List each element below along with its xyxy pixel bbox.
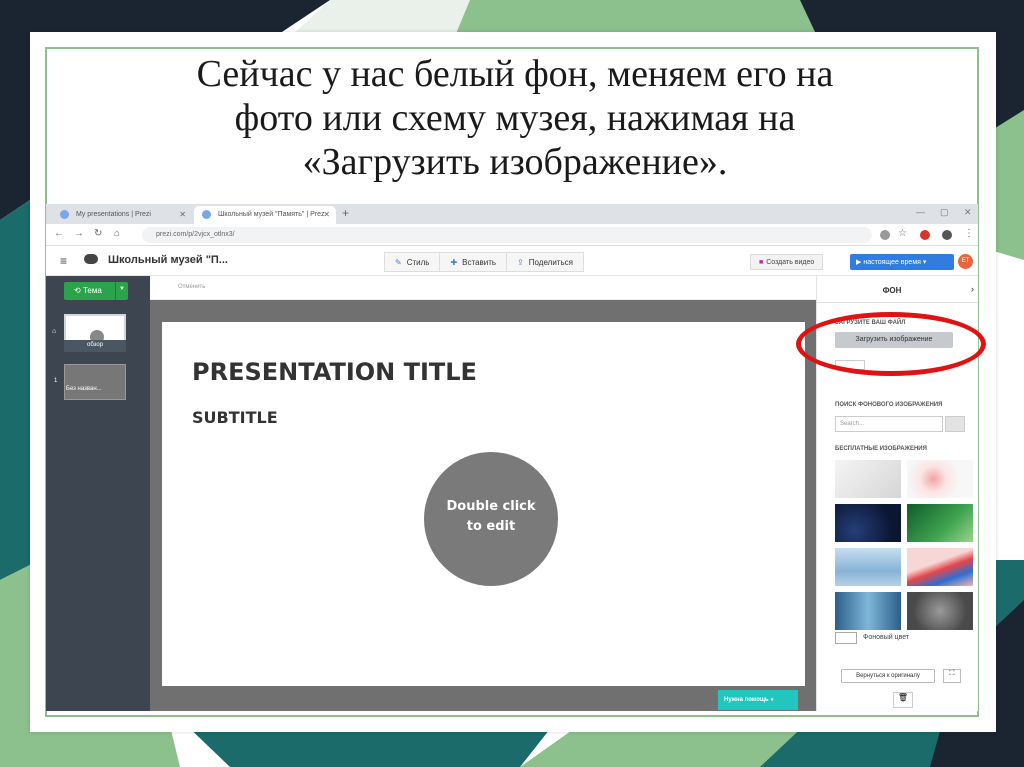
sidebar: ⟲ Тема ▼ ⌂ обзор 1 Без назван...: [46, 276, 150, 711]
browser-tab-bar: My presentations | Prezi ✕ Школьный музе…: [46, 204, 978, 224]
style-label: Стиль: [406, 258, 430, 267]
minimize-icon[interactable]: —: [916, 207, 925, 217]
home-icon: ⌂: [52, 328, 57, 335]
browser-tab-active[interactable]: Школьный музей "Память" | Prez ✕: [194, 206, 336, 224]
close-tab-icon[interactable]: ✕: [323, 210, 330, 219]
background-color-swatch[interactable]: [835, 632, 857, 644]
adblock-icon[interactable]: [920, 230, 930, 240]
translate-icon[interactable]: [880, 230, 890, 240]
help-label: Нужна помощь: [724, 697, 769, 703]
slide-canvas[interactable]: PRESENTATION TITLE SUBTITLE Double click…: [162, 322, 805, 686]
tab-label: My presentations | Prezi: [76, 211, 151, 218]
present-button[interactable]: ▶ настоящее время ▾: [850, 254, 954, 270]
present-label: настоящее время: [863, 259, 921, 266]
background-image-thumbnail[interactable]: [835, 504, 901, 542]
search-section-label: ПОИСК ФОНОВОГО ИЗОБРАЖЕНИЯ: [835, 402, 943, 408]
background-image-thumbnail[interactable]: [907, 548, 973, 586]
background-image-thumbnail[interactable]: [835, 592, 901, 630]
search-input[interactable]: Search...: [835, 416, 943, 432]
close-window-icon[interactable]: ✕: [964, 207, 972, 218]
undo-button[interactable]: Отменить: [178, 284, 205, 290]
help-button[interactable]: Нужна помощь ●: [718, 690, 798, 710]
highlight-ellipse: [796, 312, 986, 376]
home-icon[interactable]: ⌂: [114, 228, 120, 239]
search-button[interactable]: [945, 416, 965, 432]
background-image-thumbnail[interactable]: [907, 592, 973, 630]
slide-number: 1: [54, 378, 58, 384]
insert-label: Вставить: [462, 258, 497, 267]
presentation-name[interactable]: Школьный музей "П...: [108, 254, 228, 266]
slide-heading-line: Сейчас у нас белый фон, меняем его на: [196, 53, 834, 95]
canvas-area: Отменить PRESENTATION TITLE SUBTITLE Dou…: [150, 276, 816, 711]
cloud-icon: [84, 254, 98, 264]
slide-heading-line: «Загрузить изображение».: [302, 141, 728, 183]
app-toolbar: ≡ Школьный музей "П... ✎ Стиль ✚ Вставить …: [46, 246, 978, 276]
share-button[interactable]: ⇪ Поделиться: [506, 252, 584, 272]
divider: [817, 302, 978, 303]
background-image-thumbnail[interactable]: [835, 548, 901, 586]
plus-circle-icon: ✚: [450, 258, 458, 267]
revert-to-original-button[interactable]: Вернуться к оригиналу: [841, 669, 935, 683]
upload-icon: ⇪: [517, 258, 524, 267]
presentation-title[interactable]: PRESENTATION TITLE: [192, 358, 477, 386]
forward-icon[interactable]: →: [74, 228, 84, 239]
browser-address-bar: ← → ↻ ⌂ prezi.com/p/2vjcx_otlnx3/ ☆ ⋮: [46, 224, 978, 246]
bookmark-star-icon[interactable]: ☆: [898, 228, 907, 239]
background-image-thumbnail[interactable]: [907, 460, 973, 498]
brush-icon: ✎: [395, 258, 402, 267]
slide-heading-line: фото или схему музея, нажимая на: [234, 97, 796, 139]
close-tab-icon[interactable]: ✕: [179, 210, 186, 219]
insert-button[interactable]: ✚ Вставить: [439, 252, 508, 272]
browser-screenshot: My presentations | Prezi ✕ Школьный музе…: [46, 204, 978, 711]
create-video-label: Создать видео: [766, 259, 815, 266]
hamburger-menu-icon[interactable]: ≡: [60, 254, 67, 268]
topic-circle-line: to edit: [466, 519, 516, 534]
sidebar-item-untitled[interactable]: Без назван...: [66, 386, 102, 392]
theme-icon: ⟲: [74, 286, 83, 295]
slide-heading: Сейчас у нас белый фон, меняем его на фо…: [100, 52, 930, 184]
tab-label: Школьный музей "Память" | Prez: [218, 211, 325, 218]
theme-button[interactable]: ⟲ Тема ▼: [64, 282, 128, 300]
avatar[interactable]: ET: [958, 254, 973, 269]
presentation-subtitle[interactable]: SUBTITLE: [192, 408, 278, 427]
topic-circle-line: Double click: [446, 499, 536, 514]
background-image-thumbnail[interactable]: [907, 504, 973, 542]
browser-tab[interactable]: My presentations | Prezi ✕: [52, 206, 192, 224]
canvas-top-bar: Отменить: [150, 276, 816, 300]
free-images-label: БЕСПЛАТНЫЕ ИЗОБРАЖЕНИЯ: [835, 446, 927, 452]
video-camera-icon: ■: [759, 259, 764, 266]
share-label: Поделиться: [528, 258, 573, 267]
menu-dots-icon[interactable]: ⋮: [964, 228, 974, 239]
prezi-favicon-icon: [60, 210, 69, 219]
style-button[interactable]: ✎ Стиль: [384, 252, 441, 272]
fullscreen-icon[interactable]: ⛶: [943, 669, 961, 683]
trash-icon[interactable]: 🗑: [893, 692, 913, 708]
toolbar-group: ✎ Стиль ✚ Вставить ⇪ Поделиться: [384, 252, 584, 272]
create-video-button[interactable]: ■ Создать видео: [750, 254, 824, 270]
new-tab-button[interactable]: +: [342, 206, 349, 220]
sidebar-item-overview[interactable]: обзор: [64, 340, 126, 352]
panel-title: ФОН: [882, 286, 902, 295]
reload-icon[interactable]: ↻: [94, 228, 102, 239]
chevron-down-icon[interactable]: ▼: [115, 282, 128, 300]
profile-icon[interactable]: [942, 230, 952, 240]
theme-label: Тема: [82, 286, 102, 295]
slide-thumbnail[interactable]: [64, 364, 126, 400]
url-input[interactable]: prezi.com/p/2vjcx_otlnx3/: [142, 227, 872, 243]
back-icon[interactable]: ←: [54, 228, 64, 239]
chevron-right-icon[interactable]: ›: [971, 284, 974, 294]
background-color-label: Фоновый цвет: [863, 634, 910, 641]
maximize-icon[interactable]: ▢: [940, 207, 949, 218]
topic-circle[interactable]: Double click to edit: [424, 452, 558, 586]
background-image-thumbnail[interactable]: [835, 460, 901, 498]
prezi-favicon-icon: [202, 210, 211, 219]
